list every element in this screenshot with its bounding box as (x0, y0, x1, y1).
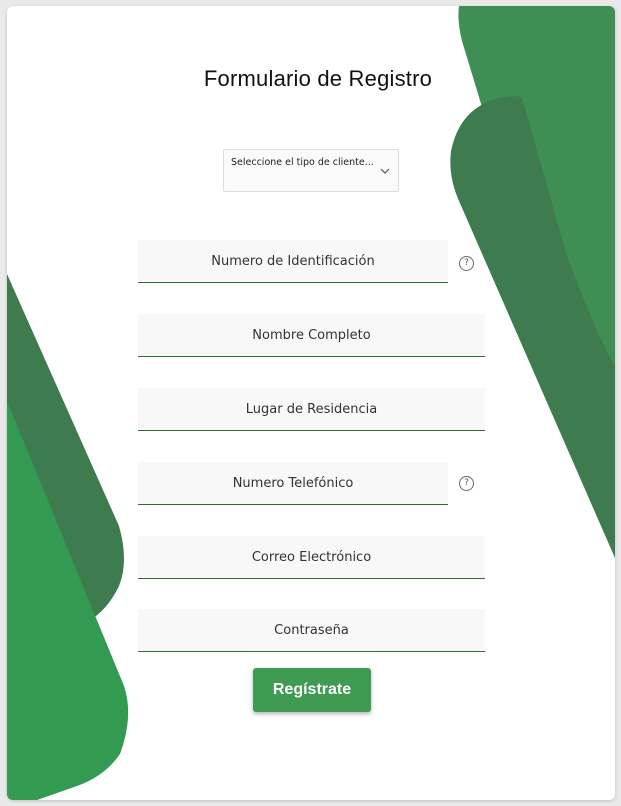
email-field[interactable]: Correo Electrónico (138, 536, 485, 579)
phone-field[interactable]: Numero Telefónico (138, 462, 448, 505)
password-field[interactable]: Contraseña (138, 609, 485, 652)
chevron-down-icon (380, 168, 390, 174)
register-button[interactable]: Regístrate (253, 668, 371, 712)
full-name-field[interactable]: Nombre Completo (138, 314, 485, 357)
page-title: Formulario de Registro (203, 66, 433, 91)
help-circle-icon[interactable]: ? (459, 476, 474, 491)
registration-card: Formulario de Registro Seleccione el tip… (7, 6, 615, 800)
client-type-select[interactable]: Seleccione el tipo de cliente... (223, 149, 399, 192)
id-number-field[interactable]: Numero de Identificación (138, 240, 448, 283)
client-type-selected-value: Seleccione el tipo de cliente... (231, 157, 374, 168)
residence-field[interactable]: Lugar de Residencia (138, 388, 485, 431)
help-circle-icon[interactable]: ? (459, 256, 474, 271)
